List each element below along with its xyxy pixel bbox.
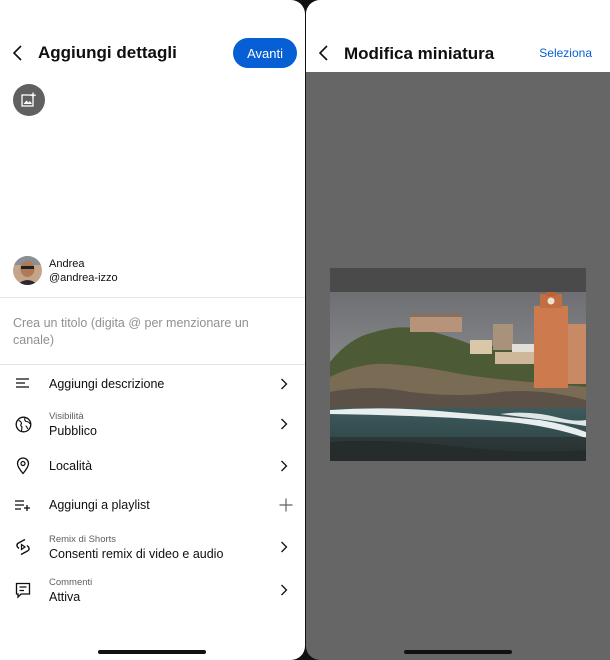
plus-icon <box>279 498 293 512</box>
header: Modifica miniatura Seleziona <box>306 0 610 72</box>
header: Aggiungi dettagli Avanti <box>0 30 305 76</box>
row-sublabel: Commenti <box>49 576 93 588</box>
thumbnail-crop-area[interactable] <box>330 268 586 461</box>
playlist-add-icon <box>14 496 32 514</box>
chevron-left-icon <box>12 45 22 61</box>
chevron-right-icon <box>277 377 291 391</box>
row-label: Consenti remix di video e audio <box>49 546 224 561</box>
channel-name: Andrea <box>49 257 85 270</box>
add-details-screen: Aggiungi dettagli Avanti Andrea @andrea-… <box>0 0 305 660</box>
playlist-row[interactable]: Aggiungi a playlist <box>0 486 305 524</box>
add-thumbnail-button[interactable] <box>13 84 45 116</box>
select-button[interactable]: Seleziona <box>539 46 592 60</box>
location-pin-icon <box>14 457 32 475</box>
edit-thumbnail-screen: Modifica miniatura Seleziona <box>306 0 610 660</box>
channel-handle: @andrea-izzo <box>49 271 118 284</box>
chevron-right-icon <box>277 583 291 597</box>
chevron-right-icon <box>277 540 291 554</box>
thumbnail-image <box>330 292 586 461</box>
chevron-right-icon <box>277 417 291 431</box>
next-button[interactable]: Avanti <box>233 38 297 68</box>
back-button[interactable] <box>0 36 34 70</box>
page-title: Aggiungi dettagli <box>38 43 177 62</box>
title-input[interactable]: Crea un titolo (digita @ per menzionare … <box>13 315 287 349</box>
row-label: Pubblico <box>49 423 97 438</box>
globe-icon <box>14 415 32 433</box>
back-button[interactable] <box>306 36 340 70</box>
divider <box>0 297 305 298</box>
row-label: Aggiungi a playlist <box>49 498 150 512</box>
row-label: Attiva <box>49 589 81 604</box>
remix-icon <box>14 538 32 556</box>
add-image-icon <box>21 92 36 107</box>
chevron-right-icon <box>277 459 291 473</box>
crop-shade <box>330 268 586 292</box>
remix-row[interactable]: Remix di Shorts Consenti remix di video … <box>0 528 305 566</box>
channel-info: Andrea @andrea-izzo <box>13 256 118 285</box>
comment-icon <box>14 581 32 599</box>
visibility-row[interactable]: Visibilità Pubblico <box>0 405 305 443</box>
chevron-left-icon <box>318 45 328 61</box>
home-indicator <box>98 650 206 654</box>
row-sublabel: Remix di Shorts <box>49 533 117 545</box>
row-sublabel: Visibilità <box>49 410 84 422</box>
description-icon <box>14 375 32 393</box>
row-label: Località <box>49 459 93 473</box>
avatar <box>13 256 42 285</box>
row-label: Aggiungi descrizione <box>49 377 165 391</box>
page-title: Modifica miniatura <box>344 44 495 63</box>
description-row[interactable]: Aggiungi descrizione <box>0 365 305 403</box>
crop-shade <box>330 437 586 461</box>
home-indicator <box>404 650 512 654</box>
location-row[interactable]: Località <box>0 447 305 485</box>
comments-row[interactable]: Commenti Attiva <box>0 571 305 609</box>
